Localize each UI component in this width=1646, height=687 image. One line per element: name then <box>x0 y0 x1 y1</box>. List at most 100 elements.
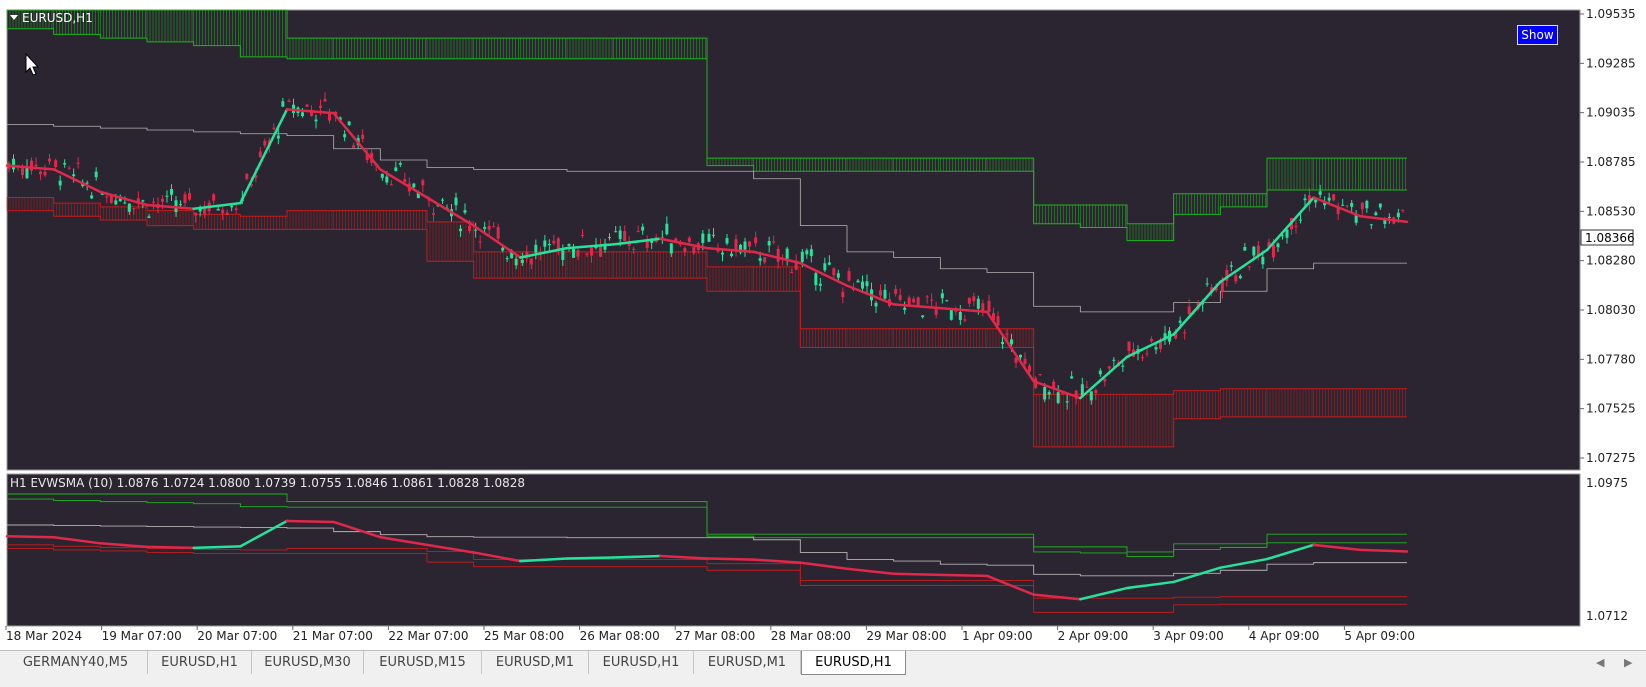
symbol-header[interactable]: EURUSD,H1 <box>10 11 93 25</box>
candle-body <box>636 230 640 232</box>
candle-body <box>67 167 71 169</box>
candle-body <box>361 134 365 139</box>
candle-body <box>72 174 76 177</box>
candle-body <box>1285 229 1289 238</box>
symbol-label: EURUSD,H1 <box>22 11 93 25</box>
candle-body <box>385 176 389 183</box>
candle-body <box>230 205 234 208</box>
candle-body <box>179 204 182 206</box>
candle-body <box>1238 275 1242 279</box>
candle-body <box>547 243 551 246</box>
candle-body <box>216 209 220 211</box>
candle-body <box>487 226 491 230</box>
candle-body <box>567 244 571 246</box>
indicator-ewsma-segment <box>612 554 662 559</box>
time-axis-label: 29 Mar 08:00 <box>866 629 946 643</box>
candle-body <box>343 134 347 138</box>
tab-eurusd-m15[interactable]: EURUSD,M15 <box>364 651 482 674</box>
candle-body <box>1374 212 1378 216</box>
candle-body <box>48 158 51 162</box>
candle-body <box>1252 246 1256 256</box>
candle-body <box>1276 243 1280 248</box>
candle-body <box>389 184 393 186</box>
candle-body <box>492 226 496 228</box>
candle-body <box>683 248 687 252</box>
candle-body <box>996 316 1000 326</box>
candle-body <box>865 281 869 287</box>
candle-body <box>1094 390 1098 394</box>
indicator-ewsma-segment <box>5 534 55 539</box>
time-axis-label: 5 Apr 09:00 <box>1344 629 1415 643</box>
price-scale-label: 1.07275 <box>1586 451 1636 465</box>
candle-body <box>776 248 780 262</box>
candle-body <box>1028 365 1031 372</box>
candle-body <box>514 258 518 266</box>
tab-eurusd-m30[interactable]: EURUSD,M30 <box>252 651 364 674</box>
candle-body <box>758 258 762 261</box>
price-scale-label: 1.09285 <box>1586 56 1636 70</box>
candle-body <box>1019 354 1022 358</box>
candle-body <box>590 247 593 256</box>
tab-eurusd-m1-2[interactable]: EURUSD,M1 <box>694 651 801 674</box>
tab-eurusd-m1-1[interactable]: EURUSD,M1 <box>482 651 589 674</box>
candle-body <box>645 240 649 248</box>
indicator-panel[interactable] <box>5 473 1581 627</box>
candle-body <box>1205 283 1209 285</box>
candle-body <box>39 171 42 175</box>
candle-body <box>898 295 902 301</box>
candle-body <box>934 309 938 315</box>
candle-body <box>1332 194 1336 201</box>
candle-body <box>692 247 696 254</box>
chart-canvas[interactable]: 1.09535 1.09285 1.09035 1.08785 1.08530 1.082… <box>0 0 1646 650</box>
candle-body <box>314 119 318 122</box>
candle-body <box>501 247 505 251</box>
candle-body <box>734 239 738 251</box>
tab-eurusd-h1-2[interactable]: EURUSD,H1 <box>589 651 694 674</box>
candle-body <box>1401 209 1405 211</box>
candle-body <box>814 273 818 286</box>
tab-eurusd-h1-1[interactable]: EURUSD,H1 <box>148 651 252 674</box>
candle-body <box>258 151 262 158</box>
show-button[interactable]: Show <box>1517 25 1558 45</box>
candle-body <box>132 208 136 210</box>
candle-body <box>841 291 845 298</box>
candle-body <box>805 250 809 255</box>
candle-body <box>856 280 860 283</box>
tab-scroll-right-icon[interactable]: ▶ <box>1624 651 1632 674</box>
price-panel[interactable] <box>5 9 1581 471</box>
candle-body <box>21 168 24 176</box>
candle-body <box>454 197 458 206</box>
candle-body <box>152 201 155 203</box>
candle-body <box>790 272 794 274</box>
candle-body <box>818 283 822 286</box>
tab-germany40-m5[interactable]: GERMANY40,M5 <box>4 651 148 674</box>
candle-body <box>1065 401 1069 403</box>
candle-body <box>403 179 407 182</box>
candle-body <box>1089 391 1093 401</box>
candle-body <box>1056 392 1060 404</box>
candle-body <box>1010 339 1013 345</box>
price-scale-label: 1.09535 <box>1586 7 1636 21</box>
candle-body <box>505 258 509 260</box>
candle-body <box>90 195 94 199</box>
tab-eurusd-h1-active[interactable]: EURUSD,H1 <box>801 651 906 675</box>
tab-scroll-left-icon[interactable]: ◀ <box>1596 651 1604 674</box>
candle-body <box>1005 333 1009 335</box>
candle-body <box>305 104 309 107</box>
candle-body <box>1085 386 1089 388</box>
candle-body <box>54 160 58 168</box>
price-scale-label: 1.08030 <box>1586 303 1636 317</box>
candle-body <box>1150 338 1153 342</box>
candle-body <box>1229 265 1233 267</box>
indicator-ewsma-segment <box>939 573 989 578</box>
candle-body <box>496 227 500 239</box>
candle-body <box>767 240 771 246</box>
candle-body <box>827 262 831 265</box>
candle-body <box>921 315 925 318</box>
candle-body <box>323 99 327 102</box>
candle-body <box>1001 341 1004 344</box>
candle-body <box>105 196 109 198</box>
time-axis-label: 25 Mar 08:00 <box>484 629 564 643</box>
candle-body <box>203 208 207 214</box>
candle-body <box>483 227 487 229</box>
